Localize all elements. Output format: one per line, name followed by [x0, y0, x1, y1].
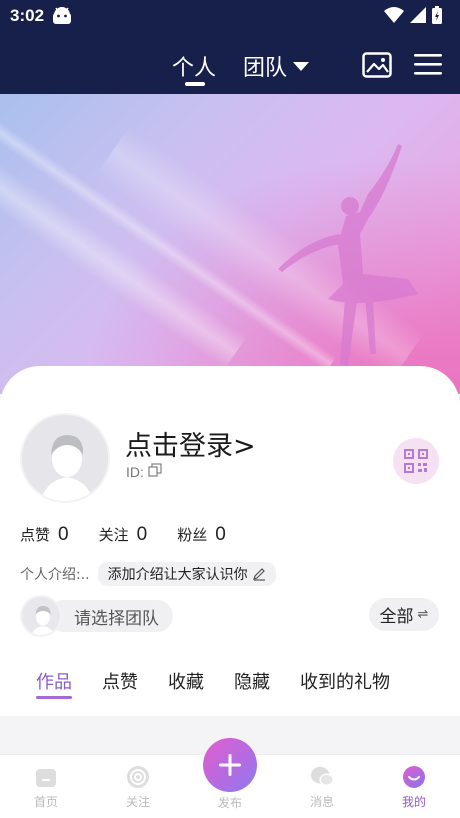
qr-code-button[interactable] [393, 438, 439, 484]
profile-banner [0, 94, 460, 394]
nav-messages-label: 消息 [309, 795, 334, 809]
nav-me[interactable]: 我的 [384, 765, 444, 810]
active-content-tab-indicator [36, 696, 72, 699]
signal-icon [410, 7, 426, 23]
top-navigation: 个人 团队 [0, 32, 460, 94]
pencil-icon [252, 568, 265, 581]
swap-icon: ⇌ [417, 607, 429, 622]
content-tabs: 作品 点赞 收藏 隐藏 收到的礼物 [36, 668, 390, 699]
menu-icon[interactable] [414, 52, 442, 80]
tab-favorites[interactable]: 收藏 [168, 668, 204, 694]
active-tab-indicator [185, 82, 205, 86]
tab-personal-label: 个人 [172, 56, 217, 81]
status-bar: 3:02 [0, 0, 460, 32]
ballerina-illustration [278, 144, 418, 366]
team-avatar [20, 595, 62, 637]
stat-following-label: 关注 [98, 526, 129, 544]
team-select-placeholder: 请选择团队 [74, 608, 159, 629]
stat-fans[interactable]: 粉丝 0 [177, 524, 226, 546]
tab-personal[interactable]: 个人 [172, 50, 217, 86]
nav-home[interactable]: 首页 [16, 765, 76, 810]
tab-team[interactable]: 团队 [243, 50, 310, 82]
tab-hidden[interactable]: 隐藏 [234, 668, 270, 694]
stat-likes-value: 0 [58, 524, 69, 545]
status-time: 3:02 [10, 6, 45, 25]
nav-follow-label: 关注 [125, 795, 150, 809]
plus-icon [219, 754, 241, 776]
profile-stats: 点赞 0 关注 0 粉丝 0 [20, 524, 256, 546]
login-prompt[interactable]: 点击登录> [125, 424, 256, 463]
home-icon [34, 765, 58, 789]
dropdown-caret-icon [293, 61, 310, 71]
team-select-pill[interactable]: 请选择团队 [48, 600, 173, 632]
stat-following[interactable]: 关注 0 [99, 524, 148, 546]
filter-all-label: 全部 [379, 607, 414, 627]
user-id-row: ID: [126, 463, 162, 480]
team-selector[interactable]: 请选择团队 [20, 595, 173, 637]
edit-intro-button[interactable]: 添加介绍让大家认识你 [97, 562, 276, 586]
intro-label: 个人介绍:.. [20, 567, 90, 583]
image-icon[interactable] [362, 52, 392, 82]
tab-gifts[interactable]: 收到的礼物 [300, 668, 390, 694]
qr-code-icon [404, 449, 428, 473]
stat-following-value: 0 [136, 524, 148, 545]
me-icon [402, 765, 426, 789]
nav-follow[interactable]: 关注 [108, 765, 168, 810]
battery-icon [432, 6, 442, 24]
tab-works-label: 作品 [36, 672, 72, 693]
system-icons [384, 6, 442, 24]
tab-liked[interactable]: 点赞 [102, 668, 138, 694]
stat-fans-label: 粉丝 [177, 526, 208, 544]
follow-icon [126, 765, 150, 789]
stat-likes-label: 点赞 [20, 526, 51, 544]
nav-me-label: 我的 [401, 795, 426, 809]
nav-home-label: 首页 [33, 795, 58, 809]
copy-icon[interactable] [148, 463, 162, 480]
message-icon [310, 765, 334, 789]
intro-placeholder: 添加介绍让大家认识你 [107, 567, 248, 583]
profile-intro: 个人介绍:.. 添加介绍让大家认识你 [20, 562, 276, 586]
nav-messages[interactable]: 消息 [292, 765, 352, 810]
stat-fans-value: 0 [215, 524, 226, 545]
wifi-icon [384, 7, 404, 23]
user-avatar[interactable] [20, 413, 110, 503]
android-notification-icon [52, 7, 72, 29]
tab-works[interactable]: 作品 [36, 668, 72, 699]
stat-likes[interactable]: 点赞 0 [20, 524, 69, 546]
filter-all-button[interactable]: 全部 ⇌ [369, 598, 439, 631]
publish-button[interactable] [203, 738, 257, 792]
user-id-label: ID: [126, 463, 144, 480]
tab-team-label: 团队 [243, 56, 288, 81]
publish-label: 发布 [217, 796, 242, 810]
